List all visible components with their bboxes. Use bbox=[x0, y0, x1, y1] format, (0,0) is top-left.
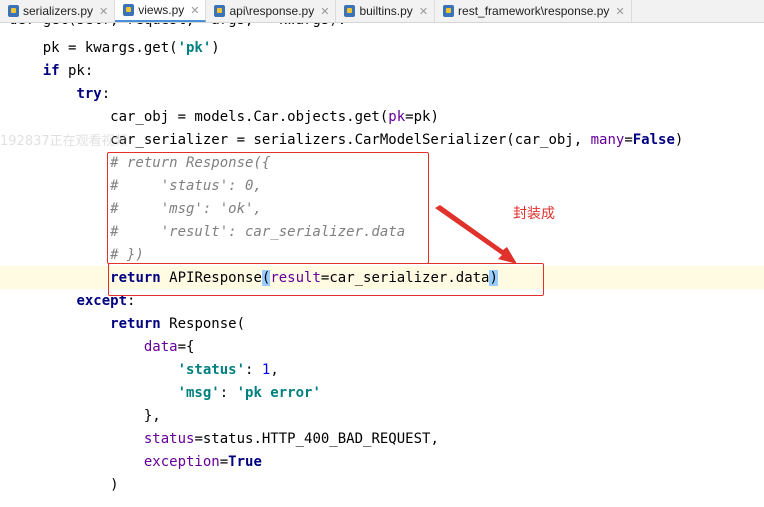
arrow-shape bbox=[435, 205, 517, 264]
annotation-label: 封装成 bbox=[513, 206, 555, 222]
annotation-arrow bbox=[435, 205, 517, 264]
